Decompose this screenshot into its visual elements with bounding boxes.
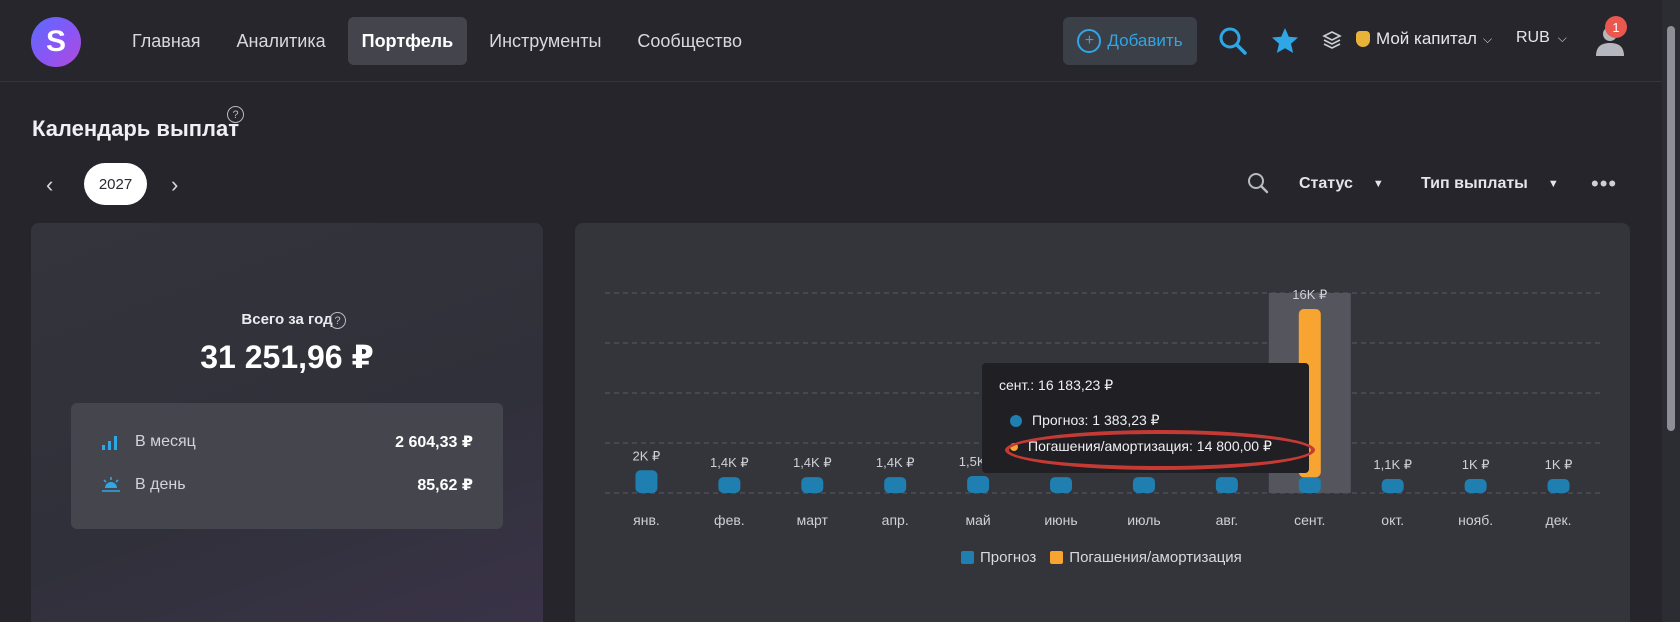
add-button-label: Добавить — [1107, 31, 1183, 50]
bar-forecast — [1298, 477, 1321, 493]
x-tick-label: март — [797, 512, 829, 528]
x-tick-label: июль — [1127, 512, 1160, 528]
chart-legend: Прогноз Погашения/амортизация — [961, 549, 1242, 566]
chevron-down-icon: ⌵ — [1557, 30, 1567, 45]
legend-swatch — [1050, 551, 1064, 564]
currency-selector[interactable]: RUB ⌵ — [1516, 29, 1567, 47]
bar-chart-icon — [102, 436, 117, 450]
bar-forecast — [1132, 477, 1155, 493]
bar-value-label: 2K ₽ — [633, 448, 661, 463]
layers-icon[interactable] — [1322, 30, 1342, 50]
bar-forecast — [884, 477, 907, 493]
total-year-label: Всего за год — [31, 311, 543, 328]
main-nav: Главная Аналитика Портфель Инструменты С… — [118, 17, 762, 65]
bar-forecast — [718, 477, 741, 493]
nav-item-tools[interactable]: Инструменты — [475, 17, 615, 65]
total-year-value: 31 251,96 ₽ — [200, 339, 374, 375]
page-title: Календарь выплат — [32, 116, 240, 141]
capital-selector[interactable]: Мой капитал ⌵ — [1356, 29, 1492, 49]
payment-type-filter[interactable]: Тип выплаты ▼ — [1421, 175, 1559, 193]
legend-item-forecast[interactable]: Прогноз — [961, 549, 1036, 566]
bar-value-label: 1K ₽ — [1462, 457, 1490, 472]
prev-year-button[interactable]: ‹ — [46, 172, 53, 198]
legend-label: Прогноз — [980, 549, 1037, 566]
highlight-annotation — [1005, 430, 1315, 470]
star-icon[interactable] — [1270, 26, 1300, 56]
sunrise-icon — [102, 477, 120, 492]
bar-value-label: 1,4K ₽ — [710, 455, 749, 470]
bar-value-label: 16K ₽ — [1292, 287, 1327, 302]
logo-letter: S — [45, 25, 66, 58]
notification-badge[interactable]: 1 — [1605, 16, 1627, 38]
scrollbar-thumb[interactable] — [1667, 26, 1675, 431]
nav-item-analytics[interactable]: Аналитика — [223, 17, 340, 65]
x-tick-label: сент. — [1294, 512, 1325, 528]
coin-icon — [1356, 31, 1370, 47]
chevron-down-icon: ⌵ — [1482, 31, 1493, 46]
bar-forecast — [1215, 477, 1238, 493]
bar-value-label: 1,4K ₽ — [793, 455, 832, 470]
x-tick-label: нояб. — [1458, 512, 1493, 528]
x-tick-label: апр. — [882, 512, 909, 528]
x-tick-label: май — [966, 512, 991, 528]
search-icon[interactable] — [1218, 26, 1248, 56]
legend-item-amortization[interactable]: Погашения/амортизация — [1050, 549, 1242, 566]
status-filter[interactable]: Статус ▼ — [1299, 175, 1384, 193]
x-tick-label: окт. — [1381, 512, 1404, 528]
bar-forecast — [801, 477, 824, 493]
bar-forecast — [1547, 479, 1570, 493]
app-logo[interactable]: S — [31, 17, 81, 67]
bar-forecast — [967, 475, 990, 493]
currency-label: RUB — [1516, 29, 1550, 46]
caret-down-icon: ▼ — [1372, 178, 1384, 190]
x-tick-label: дек. — [1546, 512, 1572, 528]
per-day-value: 85,62 ₽ — [417, 477, 473, 494]
bar-value-label: 1,4K ₽ — [876, 455, 915, 470]
legend-swatch — [961, 551, 974, 564]
legend-label: Погашения/амортизация — [1069, 549, 1242, 566]
total-year-text: Всего за год — [241, 311, 333, 328]
per-month-label: В месяц — [135, 433, 196, 450]
next-year-button[interactable]: › — [171, 172, 178, 198]
tooltip-forecast-text: Прогноз: 1 383,23 ₽ — [1032, 412, 1160, 428]
search-icon[interactable] — [1246, 171, 1270, 195]
tooltip-forecast-row: Прогноз: 1 383,23 ₽ — [1010, 412, 1160, 429]
x-tick-label: фев. — [714, 512, 745, 528]
caret-down-icon: ▼ — [1547, 178, 1559, 190]
per-day-label: В день — [135, 476, 186, 493]
bar-forecast — [635, 470, 658, 493]
nav-item-portfolio[interactable]: Портфель — [347, 17, 468, 65]
stats-box: В месяц 2 604,33 ₽ В день 85,62 ₽ — [71, 403, 503, 529]
capital-label: Мой капитал — [1376, 29, 1477, 48]
help-icon[interactable]: ? — [329, 312, 346, 329]
forecast-dot-icon — [1010, 414, 1022, 427]
summary-card: Всего за год ? 31 251,96 ₽ В месяц 2 604… — [31, 223, 543, 622]
per-month-value: 2 604,33 ₽ — [395, 434, 473, 451]
status-filter-label: Статус — [1299, 175, 1353, 192]
bar-value-label: 1K ₽ — [1545, 457, 1573, 472]
x-tick-label: янв. — [633, 512, 660, 528]
bar-forecast — [1050, 477, 1073, 493]
add-button[interactable]: + Добавить — [1063, 17, 1197, 65]
x-tick-label: июнь — [1044, 512, 1077, 528]
per-month-row: В месяц 2 604,33 ₽ — [101, 432, 473, 452]
top-bar: S Главная Аналитика Портфель Инструменты… — [0, 0, 1662, 82]
per-day-row: В день 85,62 ₽ — [101, 475, 473, 495]
bar-value-label: 1,1K ₽ — [1373, 457, 1412, 472]
bar-forecast — [1464, 479, 1487, 493]
plus-circle-icon: + — [1077, 29, 1102, 53]
nav-item-home[interactable]: Главная — [118, 17, 215, 65]
tooltip-header: сент.: 16 183,23 ₽ — [999, 377, 1114, 393]
x-tick-label: авг. — [1216, 512, 1239, 528]
help-icon[interactable]: ? — [227, 106, 244, 123]
bar-forecast — [1381, 479, 1404, 493]
more-menu-button[interactable]: ••• — [1591, 171, 1617, 197]
payment-type-label: Тип выплаты — [1421, 175, 1528, 192]
year-display[interactable]: 2027 — [84, 163, 147, 205]
nav-item-community[interactable]: Сообщество — [623, 17, 756, 65]
